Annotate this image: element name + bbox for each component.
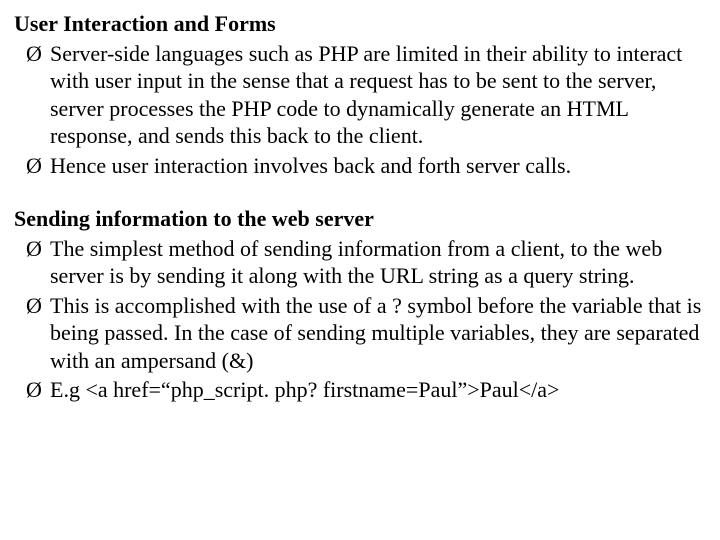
- bullet-icon: Ø: [26, 235, 42, 263]
- list-item: Ø The simplest method of sending informa…: [26, 235, 706, 290]
- slide: User Interaction and Forms Ø Server-side…: [0, 0, 720, 420]
- bullet-icon: Ø: [26, 292, 42, 320]
- section-heading-2: Sending information to the web server: [14, 205, 706, 233]
- list-item-text: This is accomplished with the use of a ?…: [50, 293, 701, 373]
- section-heading-1: User Interaction and Forms: [14, 10, 706, 38]
- bullet-icon: Ø: [26, 40, 42, 68]
- bullet-icon: Ø: [26, 376, 42, 404]
- list-item: Ø E.g <a href=“php_script. php? firstnam…: [26, 376, 706, 404]
- bullet-icon: Ø: [26, 152, 42, 180]
- list-item-text: Hence user interaction involves back and…: [50, 153, 571, 178]
- list-item: Ø This is accomplished with the use of a…: [26, 292, 706, 375]
- bullet-list-1: Ø Server-side languages such as PHP are …: [14, 40, 706, 180]
- list-item-text: E.g <a href=“php_script. php? firstname=…: [50, 377, 559, 402]
- list-item: Ø Server-side languages such as PHP are …: [26, 40, 706, 150]
- list-item-text: Server-side languages such as PHP are li…: [50, 41, 682, 149]
- list-item-text: The simplest method of sending informati…: [50, 236, 662, 289]
- bullet-list-2: Ø The simplest method of sending informa…: [14, 235, 706, 404]
- list-item: Ø Hence user interaction involves back a…: [26, 152, 706, 180]
